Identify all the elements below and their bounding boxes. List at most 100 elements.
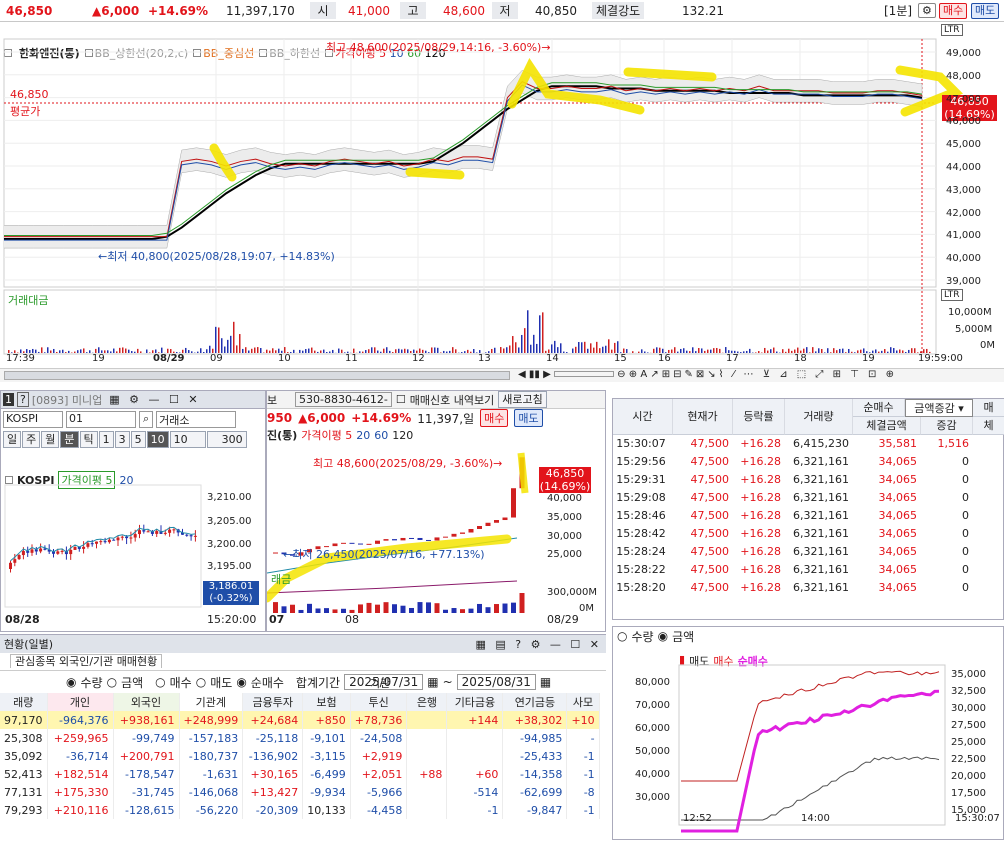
mini-candle [91,543,94,544]
sell-button[interactable]: 매도 [971,3,999,19]
window-controls-icon[interactable]: ▦ ⚙ — ☐ ✕ [109,393,200,406]
buy-button[interactable]: 매수 [939,3,967,19]
mini-candle [9,563,12,569]
volume-bar [824,352,826,353]
radio-sell[interactable]: ○ [196,675,206,689]
to-date[interactable]: 2025/08/31 [457,674,536,690]
volume-bar [236,345,238,353]
window-controls-icon-2[interactable]: ▦ ▤ ? ⚙ — ☐ ✕ [475,638,602,651]
inv-row: 52,413+182,514-178,547-1,631+30,165-6,49… [0,765,599,783]
flow-right-tick: 25,000 [951,737,986,748]
num-10[interactable]: 10 [147,431,169,448]
calendar-icon-2[interactable]: ▦ [540,675,551,689]
num-3[interactable]: 3 [115,431,130,448]
mid-buy-button[interactable]: 매수 [480,409,508,427]
volume-bar [632,351,634,353]
daily-candle [503,518,508,521]
volume-bar [47,347,49,353]
mini-candle [134,534,137,537]
inv-cell: -25,118 [243,729,303,747]
text-tool-icon[interactable]: A [640,369,647,380]
tick-cell: 15:28:22 [613,563,673,576]
y-tick: 49,000 [946,48,981,59]
settings-gear-icon[interactable]: ⚙ [918,3,936,18]
volume-bar [572,349,574,353]
flow-line-chart[interactable] [613,645,1004,841]
volume-bar [590,343,592,353]
interval-select[interactable]: 10 [170,431,206,448]
volume-bar [617,341,619,353]
x-tick: 11 [345,353,358,364]
tick-cell: +16.28 [733,491,785,504]
zoom-in-icon[interactable]: ⊕ [629,369,637,380]
inv-cell: -146,068 [179,783,243,801]
volume-bar [449,351,451,353]
volume-bar [428,352,430,353]
inv-cell [407,783,447,801]
ltr-badge-vol[interactable]: LTR [941,289,963,301]
mid-change: ▲6,000 [298,411,345,425]
radio-amt-2[interactable]: ○ [107,675,117,689]
mid-sell-button[interactable]: 매도 [514,409,542,427]
radio-qty[interactable]: ○ [617,629,627,643]
volume-bar [398,349,400,353]
tick-cell: 0 [921,455,973,468]
volume-bar [221,338,223,353]
tab-minute[interactable]: 분 [60,431,78,448]
tab-day[interactable]: 일 [3,431,21,448]
chart-toolbar[interactable]: ◀ ▮▮ ▶ ⊖ ⊕ A ↗⊞⊟✎⊠↘⌇ ⁄ ⋯ ⊻ ⊿ ⬚ ⤢ ⊞ ⊤ ⊡ ⊕ [518,369,897,380]
zoom-slider[interactable] [554,371,614,377]
pause-icon[interactable]: ▮▮ [529,369,540,380]
market-select[interactable]: KOSPI [3,411,63,428]
num-5[interactable]: 5 [131,431,146,448]
inv-cell: +175,330 [47,783,113,801]
volume-bar [365,350,367,353]
vol-tick-2: 0M [980,340,995,351]
signal-checkbox[interactable]: ☐ [396,393,406,406]
calendar-icon[interactable]: ▦ [427,675,438,689]
volume-bar [551,344,553,353]
next-icon[interactable]: ▶ [543,369,551,380]
amount-select[interactable]: 금액증감 ▾ [905,399,973,417]
volume-bar [80,349,82,353]
inv-cell: +88 [407,765,447,783]
radio-net[interactable]: ◉ [236,675,246,689]
num-1[interactable]: 1 [99,431,114,448]
account-select[interactable]: 530-8830-4612- [295,392,392,407]
main-price-chart[interactable] [0,22,1004,382]
zoom-out-icon[interactable]: ⊖ [617,369,625,380]
scrollbar-thumb[interactable] [4,371,510,380]
volume-bar [245,347,247,353]
mid-low-note: ←최저 26,450(2025/07/16, +77.13%) [283,546,485,562]
tab-investor-flow[interactable]: 관심종목 외국인/기관 매매현황 [10,654,162,668]
volume-bar [812,347,814,353]
tab-month[interactable]: 월 [41,431,59,448]
drawing-tools-icon[interactable]: ↗⊞⊟✎⊠↘⌇ ⁄ ⋯ ⊻ ⊿ ⬚ ⤢ ⊞ ⊤ ⊡ ⊕ [650,369,897,380]
prev-icon[interactable]: ◀ [518,369,526,380]
volume-bar [107,350,109,353]
radio-buy[interactable]: ○ [155,675,165,689]
help-icon[interactable]: ? [17,392,29,407]
search-icon[interactable]: ⌕ [139,411,153,428]
tab-week[interactable]: 주 [22,431,40,448]
tick-cell: 0 [921,473,973,486]
volume-bar [539,315,541,353]
radio-qty-2[interactable]: ◉ [66,675,76,689]
mini-candle [13,559,16,563]
count-input[interactable]: 300 [207,431,247,448]
tab-tick[interactable]: 틱 [80,431,98,448]
inv-row: 97,170-964,376+938,161+248,999+24,684+85… [0,711,599,729]
inv-cell: -36,714 [47,747,113,765]
y-tick: 40,000 [946,253,981,264]
chart-scrollbar[interactable]: ◀ ▮▮ ▶ ⊖ ⊕ A ↗⊞⊟✎⊠↘⌇ ⁄ ⋯ ⊻ ⊿ ⬚ ⤢ ⊞ ⊤ ⊡ ⊕ [0,368,1004,382]
daily-vol-bar [486,607,491,613]
tick-cell: +16.28 [733,473,785,486]
mini-candle [117,538,120,541]
period-label[interactable]: [1분] [884,2,912,19]
refresh-button[interactable]: 새로고침 [498,391,546,408]
low-label: 저 [492,2,518,19]
code-input[interactable]: 01 [66,411,136,428]
ltr-badge[interactable]: LTR [941,24,963,36]
radio-amt[interactable]: ◉ [658,629,668,643]
window-num-icon[interactable]: 1 [3,393,14,406]
